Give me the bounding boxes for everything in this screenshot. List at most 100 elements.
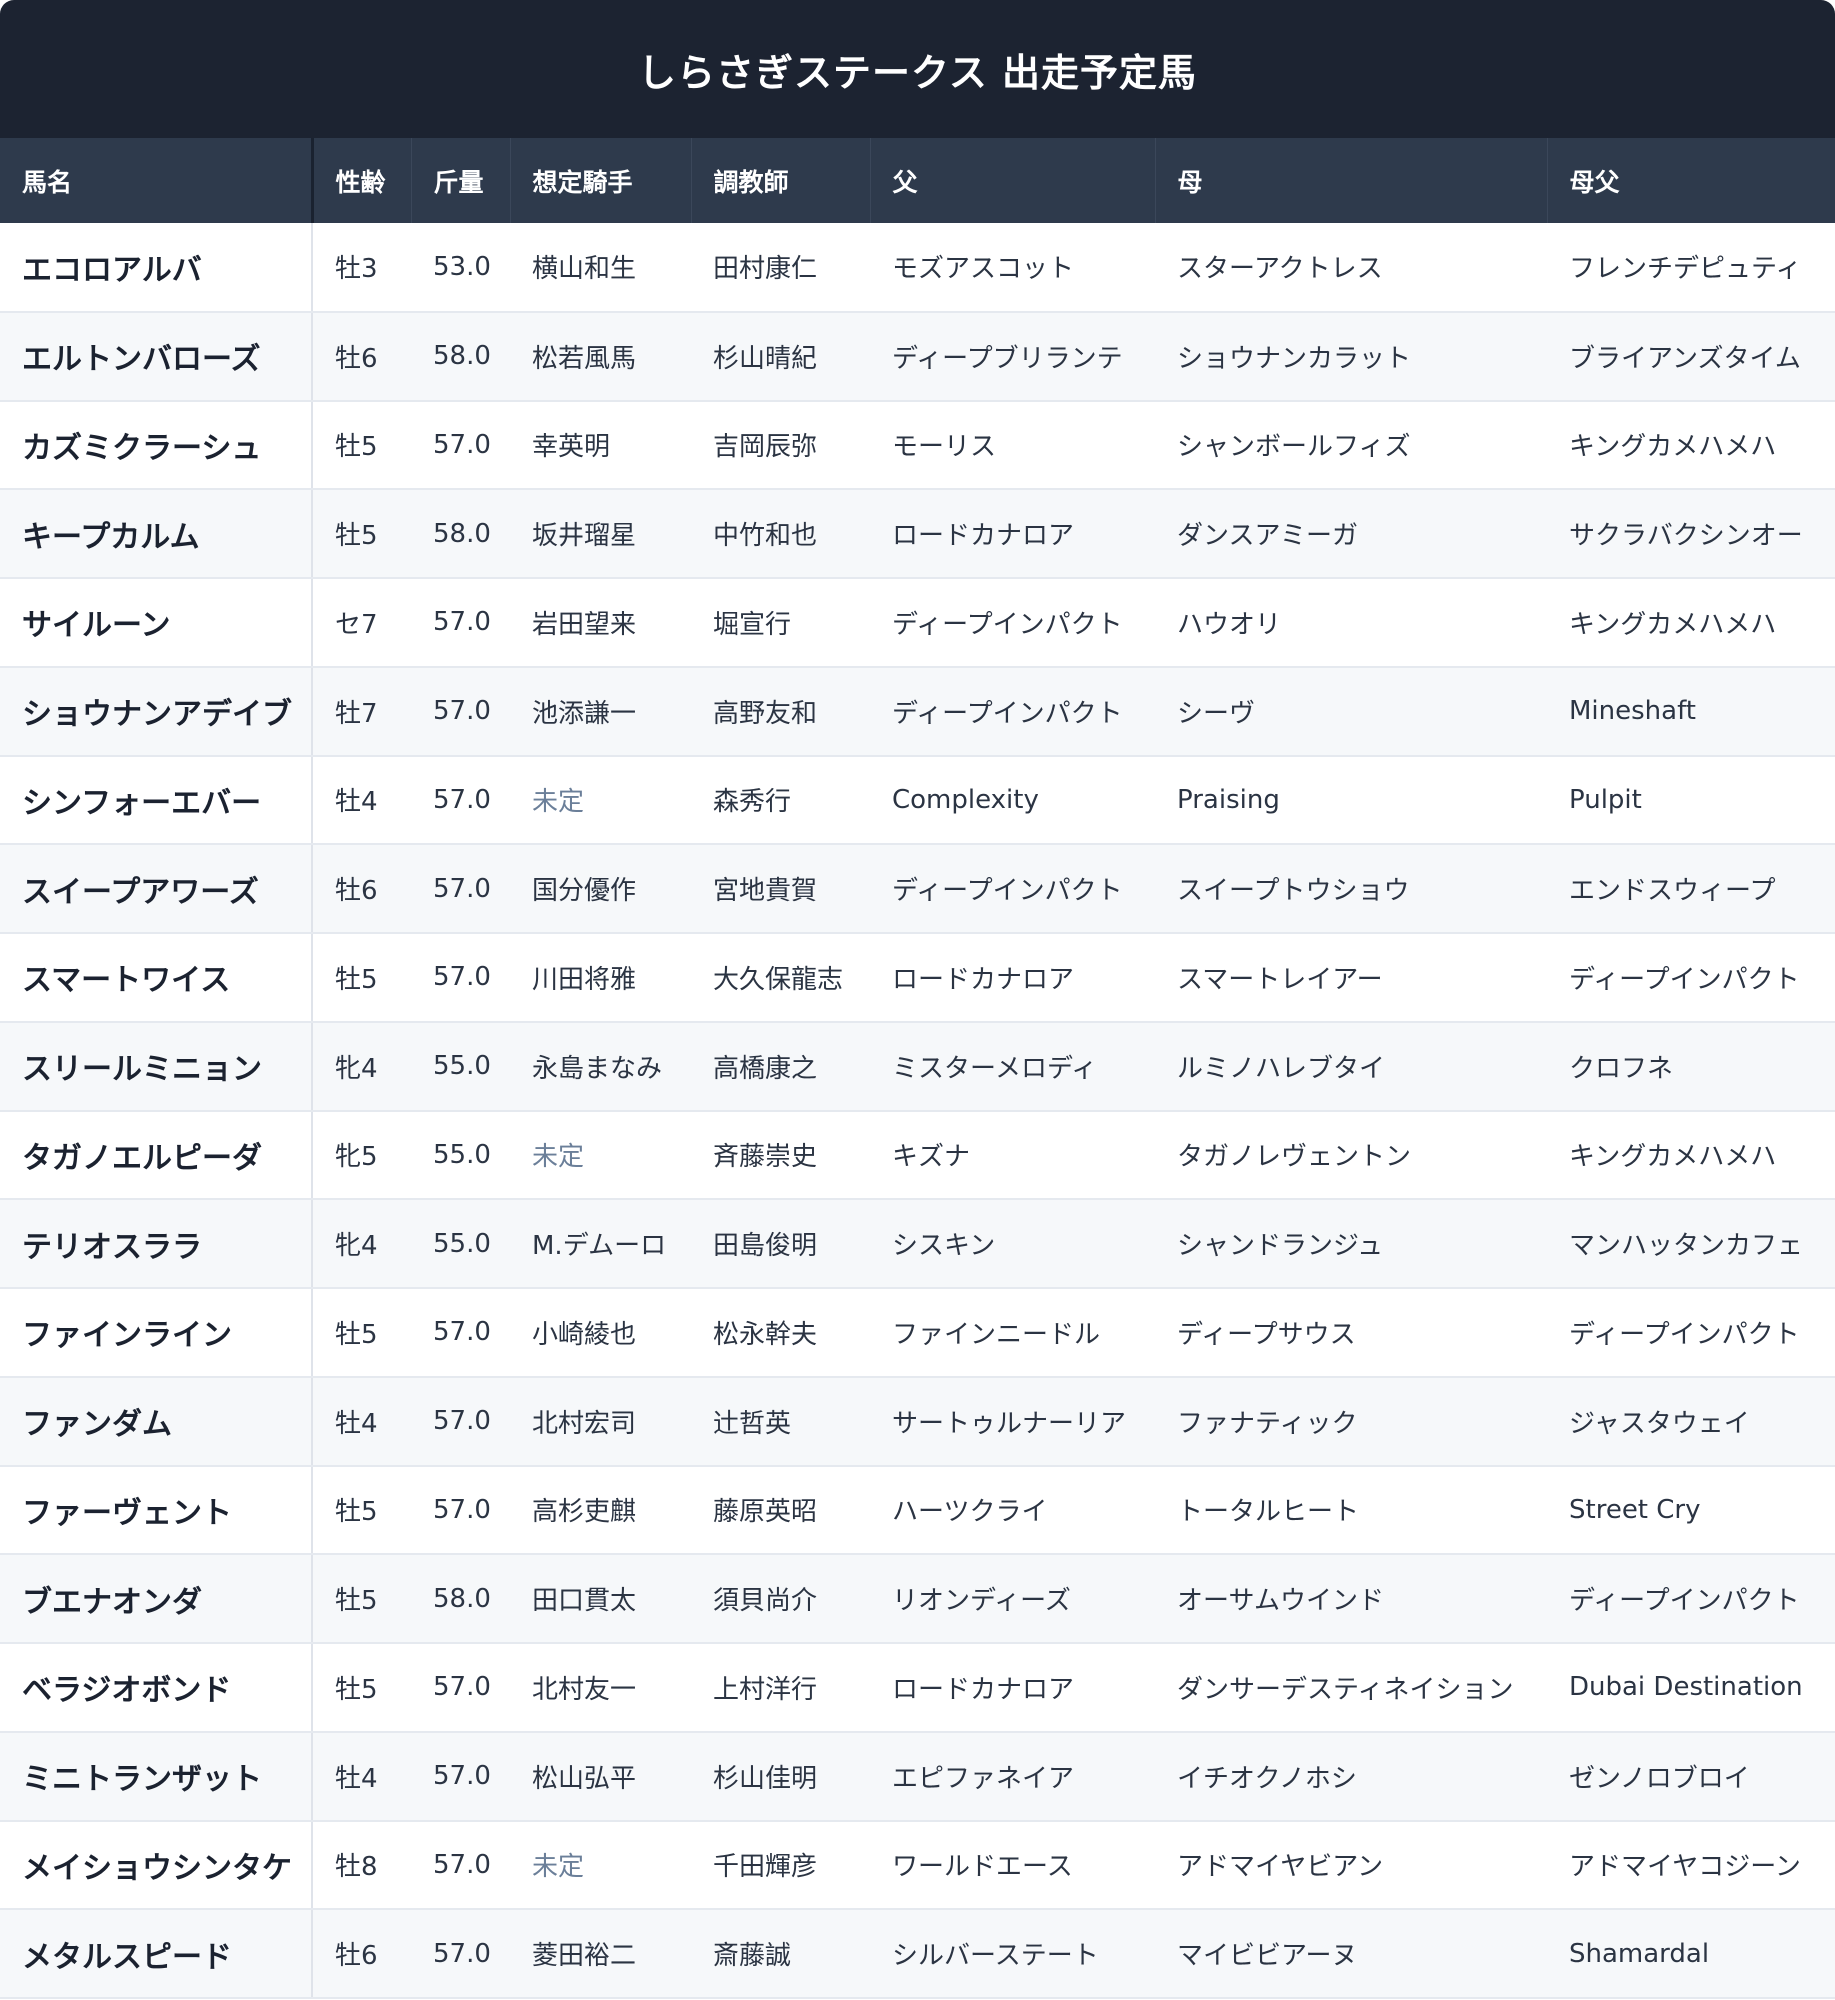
damsire-cell: ジャスタウェイ	[1547, 1376, 1835, 1467]
entries-table: 馬名 性齢 斤量 想定騎手 調教師 父 母 母父 エコロアルバ 牡3 53.0 横山和…	[0, 138, 1835, 1999]
horse-name-cell: キープカルム	[0, 489, 313, 579]
table-row: メタルスピード 牡6 57.0 菱田裕二 斎藤誠 シルバーステート マイビビアーヌ Shama…	[0, 1909, 1835, 1999]
dam-cell: マイビビアーヌ	[1155, 1909, 1547, 1999]
table-row: カズミクラーシュ 牡5 57.0 幸英明 吉岡辰弥 モーリス シャンボールフィズ キングカメハ…	[0, 400, 1835, 491]
damsire-cell: エンドスウィープ	[1547, 844, 1835, 934]
sire-cell: ディープインパクト	[870, 666, 1155, 757]
trainer-cell: 松永幹夫	[691, 1288, 870, 1378]
sex-age-cell: 牡8	[312, 1820, 411, 1911]
table-row: テリオスララ 牝4 55.0 M.デムーロ 田島俊明 シスキン シャンドランジュ マンハッタン…	[0, 1199, 1835, 1289]
table-row: スイープアワーズ 牡6 57.0 国分優作 宮地貴賀 ディープインパクト スイープトウショウ…	[0, 844, 1835, 934]
header-dam: 母	[1154, 138, 1547, 223]
sex-age-cell: 牝5	[312, 1110, 411, 1201]
sire-cell: ロードカナロア	[870, 1643, 1155, 1733]
damsire-cell: マンハッタンカフェ	[1547, 1199, 1835, 1289]
dam-cell: トータルヒート	[1155, 1465, 1547, 1556]
horse-name-cell: スイープアワーズ	[0, 844, 313, 934]
sex-age-cell: 牡6	[312, 1909, 411, 1999]
trainer-cell: 斎藤誠	[691, 1909, 870, 1999]
sex-age-cell: 牡5	[312, 1288, 411, 1378]
horse-name-cell: ファンダム	[0, 1376, 313, 1467]
weight-cell: 57.0	[411, 755, 510, 846]
trainer-cell: 高野友和	[691, 666, 870, 757]
header-damsire: 母父	[1546, 138, 1835, 223]
dam-cell: ショウナンカラット	[1155, 311, 1547, 402]
sire-cell: シルバーステート	[870, 1909, 1155, 1999]
dam-cell: アドマイヤビアン	[1155, 1820, 1547, 1911]
dam-cell: タガノレヴェントン	[1155, 1110, 1547, 1201]
sex-age-cell: 牡7	[312, 666, 411, 757]
damsire-cell: フレンチデピュティ	[1547, 223, 1835, 313]
header-sire: 父	[869, 138, 1155, 223]
weight-cell: 55.0	[411, 1199, 510, 1289]
sire-cell: ディープインパクト	[870, 578, 1155, 668]
sex-age-cell: 牝4	[312, 1021, 411, 1112]
sex-age-cell: 牡3	[312, 223, 411, 313]
damsire-cell: ブライアンズタイム	[1547, 311, 1835, 402]
sire-cell: シスキン	[870, 1199, 1155, 1289]
sex-age-cell: 牡5	[312, 933, 411, 1023]
trainer-cell: 堀宣行	[691, 578, 870, 668]
table-row: ファインライン 牡5 57.0 小崎綾也 松永幹夫 ファインニードル ディープサウス ディープ…	[0, 1288, 1835, 1378]
jockey-cell: 小崎綾也	[510, 1288, 691, 1378]
table-row: メイショウシンタケ 牡8 57.0 未定 千田輝彦 ワールドエース アドマイヤビアン アドマイ…	[0, 1820, 1835, 1911]
horse-name-cell: メイショウシンタケ	[0, 1820, 313, 1911]
horse-name-cell: テリオスララ	[0, 1199, 313, 1289]
damsire-cell: サクラバクシンオー	[1547, 489, 1835, 579]
weight-cell: 57.0	[411, 1465, 510, 1556]
dam-cell: ハウオリ	[1155, 578, 1547, 668]
jockey-cell: 岩田望来	[510, 578, 691, 668]
sex-age-cell: 牡6	[312, 311, 411, 402]
weight-cell: 57.0	[411, 400, 510, 491]
damsire-cell: Dubai Destination	[1547, 1643, 1835, 1733]
dam-cell: ダンスアミーガ	[1155, 489, 1547, 579]
weight-cell: 58.0	[411, 489, 510, 579]
jockey-cell: 北村友一	[510, 1643, 691, 1733]
trainer-cell: 高橋康之	[691, 1021, 870, 1112]
weight-cell: 53.0	[411, 223, 510, 313]
horse-name-cell: タガノエルピーダ	[0, 1110, 313, 1201]
sex-age-cell: 牡5	[312, 1465, 411, 1556]
damsire-cell: アドマイヤコジーン	[1547, 1820, 1835, 1911]
sire-cell: ミスターメロディ	[870, 1021, 1155, 1112]
sex-age-cell: 牡5	[312, 1643, 411, 1733]
horse-name-cell: スマートワイス	[0, 933, 313, 1023]
sire-cell: モーリス	[870, 400, 1155, 491]
trainer-cell: 森秀行	[691, 755, 870, 846]
jockey-cell: 永島まなみ	[510, 1021, 691, 1112]
dam-cell: ダンサーデスティネイション	[1155, 1643, 1547, 1733]
sire-cell: Complexity	[870, 755, 1155, 846]
trainer-cell: 田村康仁	[691, 223, 870, 313]
sire-cell: ロードカナロア	[870, 489, 1155, 579]
jockey-cell: 松若風馬	[510, 311, 691, 402]
weight-cell: 57.0	[411, 844, 510, 934]
sex-age-cell: 牡5	[312, 1554, 411, 1644]
damsire-cell: ディープインパクト	[1547, 1288, 1835, 1378]
jockey-cell: 未定	[510, 755, 691, 846]
table-row: タガノエルピーダ 牝5 55.0 未定 斉藤崇史 キズナ タガノレヴェントン キングカメハメハ	[0, 1110, 1835, 1201]
horse-name-cell: ファーヴェント	[0, 1465, 313, 1556]
horse-name-cell: エルトンバローズ	[0, 311, 313, 402]
weight-cell: 57.0	[411, 1376, 510, 1467]
trainer-cell: 斉藤崇史	[691, 1110, 870, 1201]
table-row: サイルーン セ7 57.0 岩田望来 堀宣行 ディープインパクト ハウオリ キングカメハメハ	[0, 578, 1835, 668]
dam-cell: スターアクトレス	[1155, 223, 1547, 313]
dam-cell: オーサムウインド	[1155, 1554, 1547, 1644]
damsire-cell: Pulpit	[1547, 755, 1835, 846]
sire-cell: ロードカナロア	[870, 933, 1155, 1023]
horse-name-cell: シンフォーエバー	[0, 755, 313, 846]
jockey-cell: 未定	[510, 1110, 691, 1201]
sex-age-cell: 牡4	[312, 1376, 411, 1467]
trainer-cell: 吉岡辰弥	[691, 400, 870, 491]
table-row: スリールミニョン 牝4 55.0 永島まなみ 高橋康之 ミスターメロディ ルミノハレブタイク…	[0, 1021, 1835, 1112]
weight-cell: 57.0	[411, 933, 510, 1023]
weight-cell: 55.0	[411, 1021, 510, 1112]
table-row: ベラジオボンド 牡5 57.0 北村友一 上村洋行 ロードカナロア ダンサーデスティネイショ…	[0, 1643, 1835, 1733]
horse-name-cell: ベラジオボンド	[0, 1643, 313, 1733]
trainer-cell: 須貝尚介	[691, 1554, 870, 1644]
sex-age-cell: 牡6	[312, 844, 411, 934]
trainer-cell: 藤原英昭	[691, 1465, 870, 1556]
dam-cell: シーヴ	[1155, 666, 1547, 757]
horse-name-cell: スリールミニョン	[0, 1021, 313, 1112]
jockey-cell: 未定	[510, 1820, 691, 1911]
